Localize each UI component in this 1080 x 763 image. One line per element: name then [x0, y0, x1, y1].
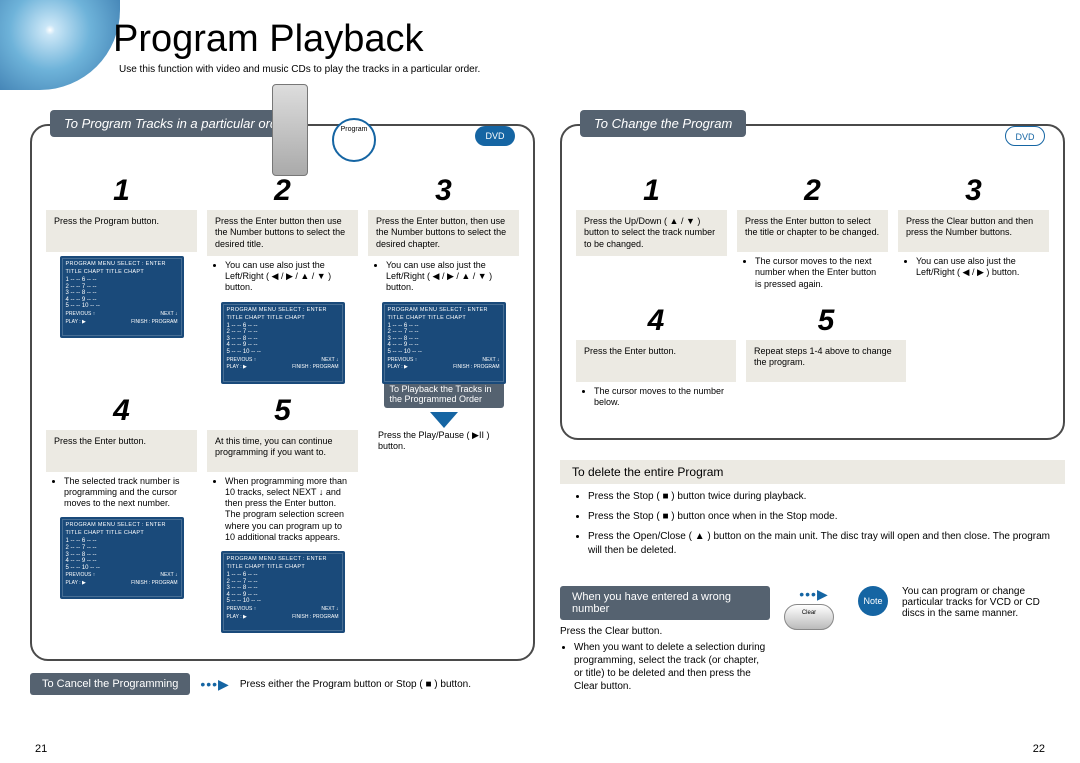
- step-note: The cursor moves to the number below.: [594, 386, 730, 409]
- step-number: 2: [207, 174, 358, 208]
- tv-screen: PROGRAM MENU SELECT : ENTER TITLE CHAPT …: [60, 256, 184, 338]
- note-badge: Note: [858, 586, 888, 616]
- playback-tag: To Playback the Tracks in the Programmed…: [384, 380, 504, 408]
- step-body: Press the Enter button.: [46, 430, 197, 472]
- step-number: 4: [576, 304, 736, 338]
- step-number: 5: [746, 304, 906, 338]
- step-number: 4: [46, 394, 197, 428]
- step-number: 2: [737, 174, 888, 208]
- step-body: Press the Enter button.: [576, 340, 736, 382]
- dots-icon: •••▶: [200, 676, 229, 693]
- step-number: 1: [576, 174, 727, 208]
- step-number: 3: [898, 174, 1049, 208]
- disc-icon: [0, 0, 120, 90]
- step-body: Press the Enter button to select the tit…: [737, 210, 888, 252]
- step-note: When programming more than 10 tracks, se…: [225, 476, 352, 544]
- remote-icon: [272, 84, 308, 176]
- wrong-note: When you want to delete a selection duri…: [574, 641, 770, 693]
- step-body: Press the Program button.: [46, 210, 197, 252]
- wrong-header: When you have entered a wrong number: [560, 586, 770, 620]
- page-number-right: 22: [1033, 743, 1045, 755]
- step-number: 3: [368, 174, 519, 208]
- left-panel-header: To Program Tracks in a particular order: [50, 110, 303, 137]
- step-body: Press the Clear button and then press th…: [898, 210, 1049, 252]
- step-body: Press the Enter button, then use the Num…: [368, 210, 519, 256]
- delete-item: Press the Stop ( ■ ) button once when in…: [588, 510, 1051, 524]
- step-number: 1: [46, 174, 197, 208]
- step-note: The cursor moves to the next number when…: [755, 256, 882, 290]
- step-body: Press the Enter button then use the Numb…: [207, 210, 358, 256]
- dvd-badge: DVD: [475, 126, 515, 146]
- step-body: Press the Up/Down ( ▲ / ▼ ) button to se…: [576, 210, 727, 256]
- step-note: The selected track number is programming…: [64, 476, 191, 510]
- delete-header: To delete the entire Program: [560, 460, 1065, 484]
- program-badge: Program: [332, 118, 376, 162]
- tv-screen: PROGRAM MENU SELECT : ENTER TITLE CHAPT …: [60, 517, 184, 599]
- dots-icon: •••▶: [799, 586, 828, 602]
- cancel-header: To Cancel the Programming: [30, 673, 190, 695]
- left-panel: To Program Tracks in a particular order …: [30, 124, 535, 661]
- cancel-text: Press either the Program button or Stop …: [240, 679, 471, 690]
- play-instruction: Press the Play/Pause ( ▶II ) button.: [368, 430, 519, 453]
- page-number-left: 21: [35, 743, 47, 755]
- step-note: You can use also just the Left/Right ( ◀…: [916, 256, 1043, 279]
- delete-item: Press the Stop ( ■ ) button twice during…: [588, 490, 1051, 504]
- step-note: You can use also just the Left/Right ( ◀…: [386, 260, 513, 294]
- page-title: Program Playback: [113, 18, 423, 61]
- note-text: You can program or change particular tra…: [902, 586, 1065, 619]
- wrong-body: Press the Clear button.: [560, 626, 770, 637]
- tv-screen: PROGRAM MENU SELECT : ENTER TITLE CHAPT …: [221, 302, 345, 384]
- dvd-badge: DVD: [1005, 126, 1045, 146]
- right-panel: To Change the Program DVD 1 Press the Up…: [560, 124, 1065, 440]
- right-panel-header: To Change the Program: [580, 110, 746, 137]
- tv-screen: PROGRAM MENU SELECT : ENTER TITLE CHAPT …: [221, 551, 345, 633]
- step-body: At this time, you can continue programmi…: [207, 430, 358, 472]
- step-note: You can use also just the Left/Right ( ◀…: [225, 260, 352, 294]
- tv-screen: PROGRAM MENU SELECT : ENTER TITLE CHAPT …: [382, 302, 506, 384]
- step-body: Repeat steps 1-4 above to change the pro…: [746, 340, 906, 382]
- delete-item: Press the Open/Close ( ▲ ) button on the…: [588, 530, 1051, 558]
- step-number: 5: [207, 394, 358, 428]
- clear-button-icon: Clear: [784, 604, 834, 630]
- page-subtitle: Use this function with video and music C…: [119, 64, 480, 75]
- arrow-down-icon: [430, 412, 458, 428]
